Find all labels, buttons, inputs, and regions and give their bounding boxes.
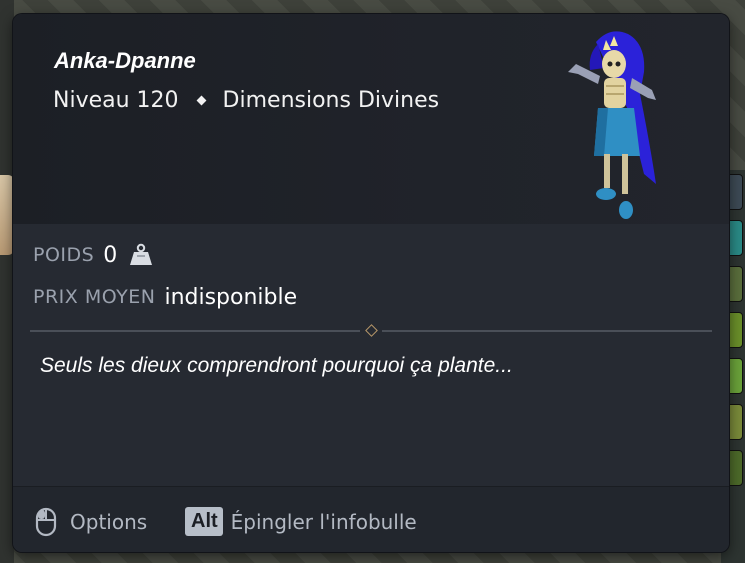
tooltip-footer: Options Alt Épingler l'infobulle xyxy=(13,486,729,552)
tooltip-header: Anka-Dpanne Niveau 120 Dimensions Divine… xyxy=(13,14,729,224)
price-value: indisponible xyxy=(164,284,298,310)
pet-sprite-image xyxy=(568,31,656,219)
price-label: PRIX MOYEN xyxy=(33,286,156,308)
item-tooltip: Anka-Dpanne Niveau 120 Dimensions Divine… xyxy=(13,14,729,552)
item-stats: POIDS 0 PRIX MOYEN indisponible xyxy=(33,240,297,324)
weight-label: POIDS xyxy=(33,244,95,266)
background-character xyxy=(0,175,14,255)
price-row: PRIX MOYEN indisponible xyxy=(33,282,297,312)
mouse-icon xyxy=(35,507,57,537)
item-description: Seuls les dieux comprendront pourquoi ça… xyxy=(40,354,513,377)
item-level: Niveau 120 xyxy=(53,88,179,113)
options-hint[interactable]: Options xyxy=(35,507,147,537)
weight-icon xyxy=(130,243,153,265)
divider-gem-icon xyxy=(365,324,378,337)
pin-tooltip-hint[interactable]: Alt Épingler l'infobulle xyxy=(185,507,417,536)
item-subtitle: Niveau 120 Dimensions Divines xyxy=(53,88,439,113)
item-name: Anka-Dpanne xyxy=(54,48,196,73)
separator-diamond-icon xyxy=(196,95,206,106)
weight-value: 0 xyxy=(103,242,118,268)
pin-tooltip-label: Épingler l'infobulle xyxy=(230,509,417,534)
options-label: Options xyxy=(70,510,148,534)
item-category: Dimensions Divines xyxy=(222,88,440,113)
alt-key-badge: Alt xyxy=(185,507,223,536)
weight-row: POIDS 0 xyxy=(33,240,297,270)
section-divider xyxy=(30,324,712,337)
